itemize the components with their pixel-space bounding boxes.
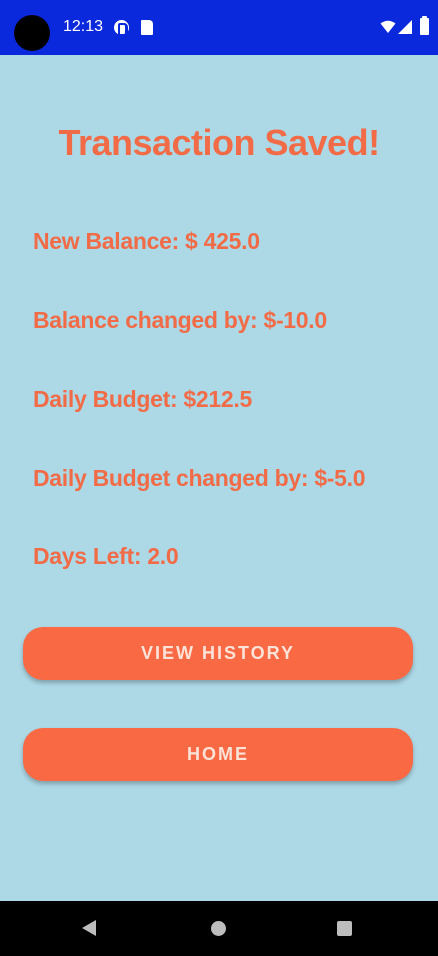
back-icon[interactable] [82, 920, 96, 936]
new-balance-text: New Balance: $ 425.0 [33, 228, 260, 254]
sd-card-icon [141, 20, 153, 35]
notification-p-icon [114, 20, 129, 36]
daily-budget-changed-text: Daily Budget changed by: $-5.0 [33, 465, 366, 491]
balance-changed-text: Balance changed by: $-10.0 [33, 307, 327, 333]
days-left-text: Days Left: 2.0 [33, 543, 179, 569]
navigation-bar [0, 901, 438, 956]
recents-icon[interactable] [337, 921, 352, 936]
wifi-icon [380, 20, 396, 33]
status-time: 12:13 [63, 18, 104, 35]
home-icon[interactable] [211, 921, 226, 936]
camera-cutout [14, 15, 50, 51]
battery-icon [420, 16, 429, 35]
home-button[interactable]: HOME [23, 728, 413, 781]
cell-signal-icon [398, 20, 412, 34]
daily-budget-text: Daily Budget: $212.5 [33, 386, 252, 412]
view-history-button[interactable]: VIEW HISTORY [23, 627, 413, 680]
status-bar: 12:13 [0, 0, 438, 55]
page-title: Transaction Saved! [58, 122, 380, 163]
